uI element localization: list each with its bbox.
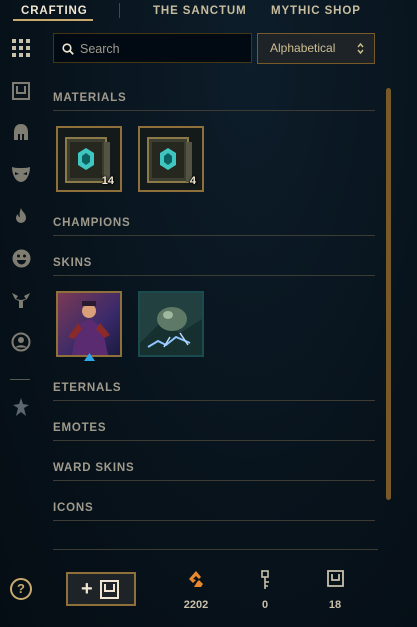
section-divider xyxy=(53,480,375,481)
tab-the-sanctum[interactable]: THE SANCTUM xyxy=(153,5,247,17)
section-title-icons[interactable]: ICONS xyxy=(53,502,93,514)
help-button[interactable]: ? xyxy=(10,578,32,600)
grid-icon[interactable] xyxy=(11,38,31,58)
upgrade-arrow-icon xyxy=(84,353,95,361)
search-input[interactable] xyxy=(80,40,245,58)
section-divider xyxy=(53,520,375,521)
top-navigation: CRAFTING THE SANCTUM MYTHIC SHOP xyxy=(0,0,417,24)
material-item-hextech-chest[interactable]: 14 xyxy=(56,126,122,192)
section-divider xyxy=(53,400,375,401)
chest-value: 18 xyxy=(328,599,342,611)
item-count: 14 xyxy=(101,175,114,187)
key-counter: 0 xyxy=(245,570,285,611)
sort-dropdown[interactable]: Alphabetical xyxy=(257,33,375,64)
helmet-icon[interactable] xyxy=(11,122,31,142)
section-divider xyxy=(53,275,375,276)
section-divider xyxy=(53,235,375,236)
skin-shard-item[interactable] xyxy=(56,291,122,357)
mask-icon[interactable] xyxy=(11,164,31,184)
chest-icon xyxy=(326,570,344,587)
chest-icon xyxy=(100,580,119,599)
section-title-emotes[interactable]: EMOTES xyxy=(53,422,106,434)
skin-shard-item[interactable] xyxy=(138,291,204,357)
flame-icon[interactable] xyxy=(11,206,31,226)
search-box[interactable] xyxy=(53,33,252,63)
sidebar-divider xyxy=(10,379,30,380)
nav-divider xyxy=(119,3,120,18)
search-icon xyxy=(62,43,74,55)
emote-face-icon[interactable] xyxy=(11,248,31,268)
section-divider xyxy=(53,110,375,111)
section-title-champions[interactable]: CHAMPIONS xyxy=(53,217,130,229)
active-tab-underline xyxy=(13,19,93,21)
section-divider xyxy=(53,440,375,441)
item-count: 4 xyxy=(189,175,196,187)
sort-selected-value: Alphabetical xyxy=(270,41,336,55)
footer-divider xyxy=(53,549,378,550)
section-title-skins[interactable]: SKINS xyxy=(53,257,92,269)
scrollbar[interactable] xyxy=(386,88,391,500)
orange-essence-counter: 2202 xyxy=(176,570,216,611)
plus-label: + xyxy=(81,578,93,600)
tab-mythic-shop[interactable]: MYTHIC SHOP xyxy=(271,5,361,17)
ward-icon[interactable] xyxy=(11,290,31,310)
orange-essence-icon xyxy=(189,571,203,587)
key-icon xyxy=(261,570,269,589)
material-item-hextech-chest[interactable]: 4 xyxy=(138,126,204,192)
sort-chevrons-icon xyxy=(357,42,364,55)
key-value: 0 xyxy=(261,599,269,611)
chest-counter: 18 xyxy=(315,570,355,611)
skin-splash-art xyxy=(58,293,120,355)
section-title-materials[interactable]: MATERIALS xyxy=(53,92,126,104)
orange-essence-value: 2202 xyxy=(183,599,209,611)
tab-crafting[interactable]: CRAFTING xyxy=(21,5,88,17)
add-chest-button[interactable]: + xyxy=(66,572,136,606)
section-title-eternals[interactable]: ETERNALS xyxy=(53,382,121,394)
rank-emblem-icon[interactable] xyxy=(11,397,31,417)
skin-splash-art xyxy=(140,293,202,355)
chest-icon[interactable] xyxy=(11,81,31,101)
section-title-ward-skins[interactable]: WARD SKINS xyxy=(53,462,134,474)
profile-icon[interactable] xyxy=(11,332,31,352)
